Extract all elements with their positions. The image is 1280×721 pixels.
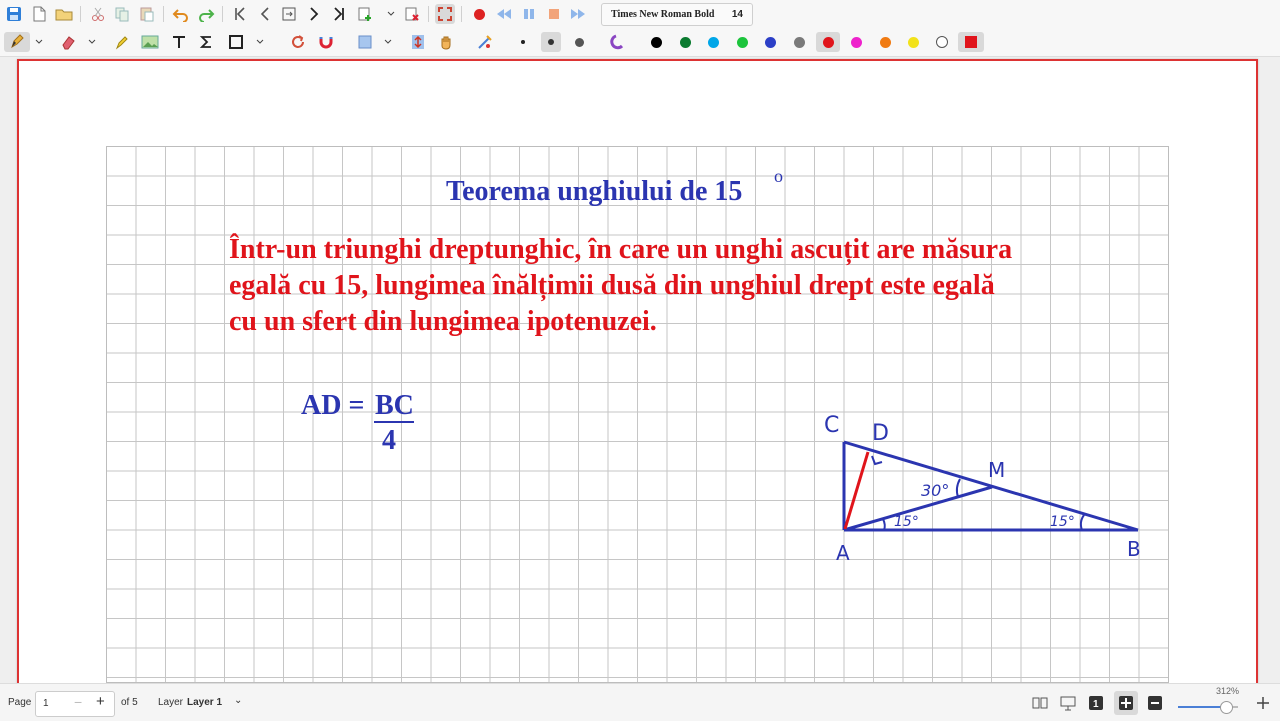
vertex-label-d: D: [872, 421, 889, 446]
page-number-input[interactable]: 1 − +: [35, 691, 115, 717]
zoom-slider-fill: [1178, 706, 1226, 708]
zoom-fit-icon[interactable]: [1114, 691, 1138, 715]
angle-arc-15-b: [1079, 514, 1085, 531]
zoom-out-icon[interactable]: [1145, 693, 1165, 713]
presentation-view-icon[interactable]: [1058, 693, 1078, 713]
zoom-slider-thumb[interactable]: [1220, 701, 1233, 714]
zoom-level: 312%: [1216, 686, 1240, 696]
altitude-ad: [843, 451, 870, 530]
layer-chevron-icon[interactable]: ⌄: [234, 695, 242, 706]
svg-text:1: 1: [1093, 699, 1099, 710]
triangle-diagram: C D M A B 30° 15° 15°: [824, 413, 1141, 565]
angle-label-15-b: 15°: [1050, 514, 1075, 530]
page-label: Page: [8, 697, 32, 708]
angle-arc-30: [955, 478, 961, 498]
layer-label: Layer: [158, 697, 184, 708]
vertex-label-a: A: [836, 541, 850, 565]
zoom-in-icon[interactable]: [1253, 693, 1273, 713]
angle-label-30: 30°: [921, 481, 949, 500]
vertex-label-c: C: [824, 413, 839, 438]
angle-label-15-a: 15°: [894, 514, 919, 530]
status-bar: Page 1 − + of 5 Layer Layer 1 ⌄ 1 312%: [0, 683, 1280, 721]
zoom-slider[interactable]: [1178, 701, 1238, 714]
vertex-label-b: B: [1127, 537, 1141, 561]
layer-value[interactable]: Layer 1: [187, 697, 222, 708]
two-page-view-icon[interactable]: [1030, 693, 1050, 713]
single-page-icon[interactable]: 1: [1086, 693, 1106, 713]
page-increment-button[interactable]: +: [96, 693, 105, 710]
page-number-value: 1: [43, 698, 49, 709]
page-decrement-button[interactable]: −: [74, 694, 82, 710]
angle-arc-15-a: [882, 518, 886, 531]
page-total: of 5: [121, 697, 138, 708]
vertex-label-m: M: [988, 458, 1005, 482]
right-angle-mark: [871, 455, 883, 466]
